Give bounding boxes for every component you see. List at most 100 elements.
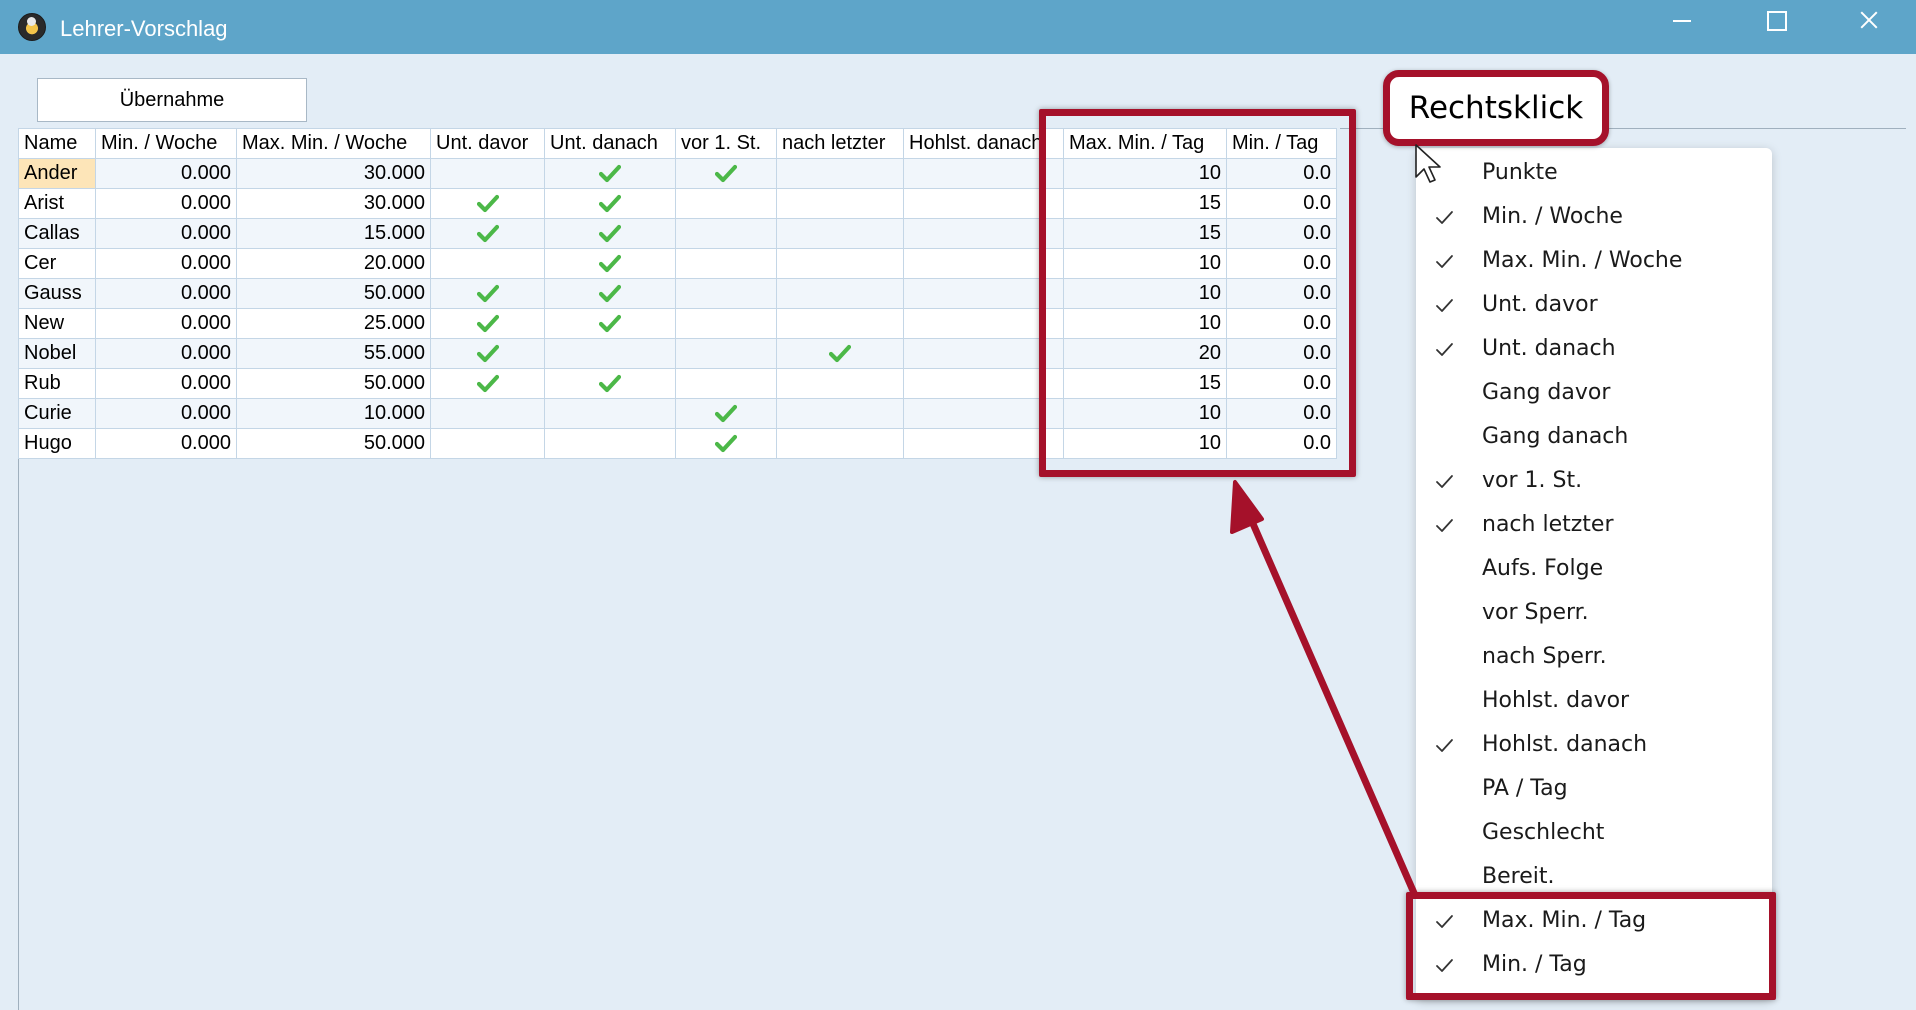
cell-max-min-woche[interactable]: 20.000: [236, 248, 431, 279]
cell-min-woche[interactable]: 0.000: [95, 278, 237, 309]
cell-min-woche[interactable]: 0.000: [95, 218, 237, 249]
column-header[interactable]: Unt. danach: [544, 128, 676, 159]
cell-name[interactable]: Curie: [18, 398, 96, 429]
menu-item[interactable]: nach Sperr.: [1416, 636, 1772, 680]
menu-item[interactable]: Geschlecht: [1416, 812, 1772, 856]
menu-check-icon: [1436, 343, 1453, 356]
cell-min-woche[interactable]: 0.000: [95, 158, 237, 189]
cell-unt-danach[interactable]: [544, 338, 676, 369]
menu-item[interactable]: Unt. davor: [1416, 284, 1772, 328]
cell-unt-davor[interactable]: [430, 278, 545, 309]
cell-vor-1-st[interactable]: [675, 248, 777, 279]
cell-min-woche[interactable]: 0.000: [95, 398, 237, 429]
menu-check-icon: [1436, 299, 1453, 312]
cell-nach-letzter[interactable]: [776, 218, 904, 249]
menu-item[interactable]: Min. / Woche: [1416, 196, 1772, 240]
cell-nach-letzter[interactable]: [776, 428, 904, 459]
cell-nach-letzter[interactable]: [776, 278, 904, 309]
cell-vor-1-st[interactable]: [675, 308, 777, 339]
cell-name[interactable]: Cer: [18, 248, 96, 279]
cell-max-min-woche[interactable]: 30.000: [236, 158, 431, 189]
menu-item[interactable]: vor Sperr.: [1416, 592, 1772, 636]
cell-unt-davor[interactable]: [430, 248, 545, 279]
cell-unt-danach[interactable]: [544, 158, 676, 189]
column-header[interactable]: Name: [18, 128, 96, 159]
maximize-button[interactable]: [1730, 0, 1820, 42]
cell-nach-letzter[interactable]: [776, 338, 904, 369]
cell-unt-davor[interactable]: [430, 218, 545, 249]
cell-nach-letzter[interactable]: [776, 368, 904, 399]
cell-unt-davor[interactable]: [430, 368, 545, 399]
cell-vor-1-st[interactable]: [675, 218, 777, 249]
cell-nach-letzter[interactable]: [776, 308, 904, 339]
cell-max-min-woche[interactable]: 50.000: [236, 368, 431, 399]
cell-name[interactable]: Gauss: [18, 278, 96, 309]
mouse-pointer-icon: [1415, 144, 1441, 183]
cell-max-min-woche[interactable]: 50.000: [236, 278, 431, 309]
cell-min-woche[interactable]: 0.000: [95, 368, 237, 399]
cell-nach-letzter[interactable]: [776, 158, 904, 189]
cell-max-min-woche[interactable]: 10.000: [236, 398, 431, 429]
menu-item[interactable]: Gang danach: [1416, 416, 1772, 460]
cell-name[interactable]: Callas: [18, 218, 96, 249]
uebernahme-button[interactable]: Übernahme: [37, 78, 307, 122]
cell-min-woche[interactable]: 0.000: [95, 428, 237, 459]
cell-unt-danach[interactable]: [544, 308, 676, 339]
menu-item[interactable]: Hohlst. davor: [1416, 680, 1772, 724]
cell-unt-danach[interactable]: [544, 398, 676, 429]
cell-nach-letzter[interactable]: [776, 188, 904, 219]
column-header[interactable]: vor 1. St.: [675, 128, 777, 159]
cell-unt-danach[interactable]: [544, 368, 676, 399]
minimize-button[interactable]: [1636, 0, 1726, 42]
cell-unt-davor[interactable]: [430, 428, 545, 459]
menu-item[interactable]: Unt. danach: [1416, 328, 1772, 372]
cell-unt-davor[interactable]: [430, 338, 545, 369]
cell-max-min-woche[interactable]: 15.000: [236, 218, 431, 249]
column-header[interactable]: Unt. davor: [430, 128, 545, 159]
cell-min-woche[interactable]: 0.000: [95, 308, 237, 339]
menu-item[interactable]: nach letzter: [1416, 504, 1772, 548]
column-header[interactable]: Max. Min. / Woche: [236, 128, 431, 159]
cell-vor-1-st[interactable]: [675, 188, 777, 219]
cell-unt-danach[interactable]: [544, 428, 676, 459]
cell-max-min-woche[interactable]: 25.000: [236, 308, 431, 339]
cell-name[interactable]: New: [18, 308, 96, 339]
menu-item[interactable]: Punkte: [1416, 152, 1772, 196]
menu-item[interactable]: Aufs. Folge: [1416, 548, 1772, 592]
cell-name[interactable]: Nobel: [18, 338, 96, 369]
cell-name[interactable]: Arist: [18, 188, 96, 219]
close-button[interactable]: [1824, 0, 1914, 42]
cell-unt-davor[interactable]: [430, 188, 545, 219]
cell-min-woche[interactable]: 0.000: [95, 248, 237, 279]
cell-vor-1-st[interactable]: [675, 368, 777, 399]
cell-vor-1-st[interactable]: [675, 338, 777, 369]
cell-max-min-woche[interactable]: 30.000: [236, 188, 431, 219]
cell-vor-1-st[interactable]: [675, 158, 777, 189]
menu-item[interactable]: Hohlst. danach: [1416, 724, 1772, 768]
cell-max-min-woche[interactable]: 50.000: [236, 428, 431, 459]
cell-unt-davor[interactable]: [430, 158, 545, 189]
cell-vor-1-st[interactable]: [675, 398, 777, 429]
cell-unt-danach[interactable]: [544, 248, 676, 279]
menu-item[interactable]: vor 1. St.: [1416, 460, 1772, 504]
cell-unt-davor[interactable]: [430, 308, 545, 339]
cell-vor-1-st[interactable]: [675, 278, 777, 309]
column-header[interactable]: nach letzter: [776, 128, 904, 159]
menu-item[interactable]: Max. Min. / Woche: [1416, 240, 1772, 284]
cell-unt-danach[interactable]: [544, 188, 676, 219]
cell-unt-danach[interactable]: [544, 278, 676, 309]
cell-unt-davor[interactable]: [430, 398, 545, 429]
cell-name[interactable]: Ander: [18, 158, 96, 189]
cell-nach-letzter[interactable]: [776, 398, 904, 429]
cell-min-woche[interactable]: 0.000: [95, 188, 237, 219]
menu-item[interactable]: Gang davor: [1416, 372, 1772, 416]
menu-item[interactable]: PA / Tag: [1416, 768, 1772, 812]
column-header[interactable]: Min. / Woche: [95, 128, 237, 159]
cell-unt-danach[interactable]: [544, 218, 676, 249]
cell-vor-1-st[interactable]: [675, 428, 777, 459]
cell-max-min-woche[interactable]: 55.000: [236, 338, 431, 369]
cell-nach-letzter[interactable]: [776, 248, 904, 279]
cell-min-woche[interactable]: 0.000: [95, 338, 237, 369]
cell-name[interactable]: Rub: [18, 368, 96, 399]
cell-name[interactable]: Hugo: [18, 428, 96, 459]
